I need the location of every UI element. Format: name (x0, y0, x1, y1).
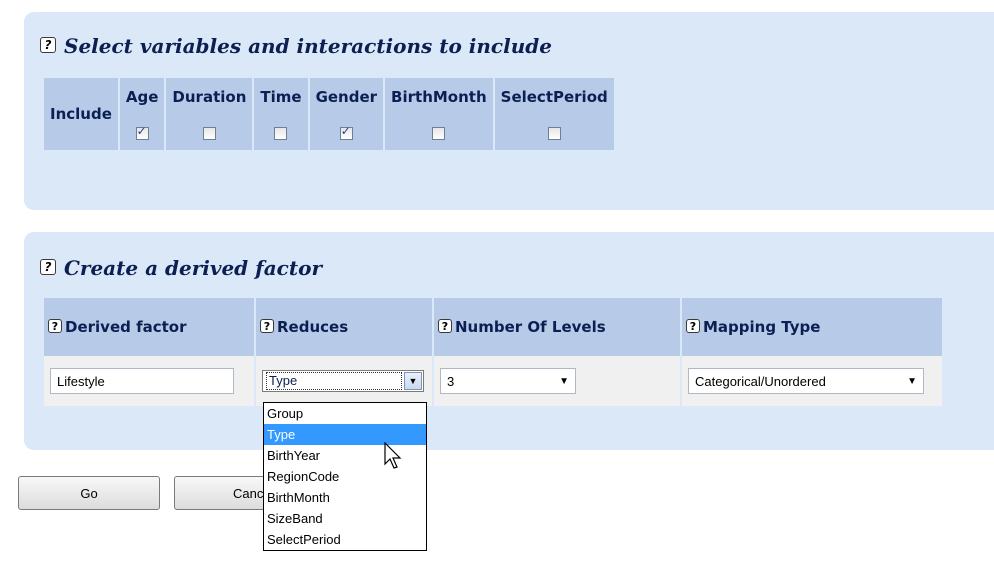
cell-mapping-type: Categorical/Unordered ▼ (682, 356, 944, 406)
include-title-text: Select variables and interactions to inc… (64, 34, 552, 58)
help-icon[interactable]: ? (40, 36, 56, 53)
derived-section-title: ? Create a derived factor (40, 256, 322, 280)
cell-number-of-levels: 3 ▼ (434, 356, 682, 406)
column-header-duration: Duration (166, 78, 255, 116)
header-number-of-levels-label: Number Of Levels (455, 318, 606, 336)
header-reduces-label: Reduces (277, 318, 349, 336)
mouse-pointer-icon (384, 442, 402, 469)
derived-factor-input[interactable] (50, 368, 234, 394)
reduces-dropdown-list[interactable]: Group Type BirthYear RegionCode BirthMon… (263, 402, 427, 551)
header-mapping-type-label: Mapping Type (703, 318, 821, 336)
column-header-birthmonth: BirthMonth (385, 78, 495, 116)
include-cell-birthmonth (385, 116, 495, 150)
include-selectperiod-checkbox[interactable] (547, 127, 561, 140)
include-gender-checkbox[interactable] (339, 124, 353, 140)
column-header-age: Age (119, 78, 167, 116)
include-cell-gender (309, 116, 386, 150)
derived-title-text: Create a derived factor (64, 256, 322, 280)
help-icon[interactable]: ? (40, 258, 56, 275)
dropdown-option[interactable]: BirthMonth (264, 487, 426, 508)
dropdown-option[interactable]: SizeBand (264, 508, 426, 529)
include-cell-age (119, 116, 167, 150)
mapping-type-select[interactable]: Categorical/Unordered ▼ (688, 368, 924, 394)
cell-derived-factor (44, 356, 256, 406)
header-number-of-levels: ? Number Of Levels (434, 298, 682, 356)
go-button[interactable]: Go (18, 476, 160, 510)
include-birthmonth-checkbox[interactable] (432, 127, 446, 140)
include-row-header: Include (44, 78, 120, 150)
reduces-select[interactable]: Type ▼ (262, 370, 424, 392)
number-of-levels-select[interactable]: 3 ▼ (440, 368, 576, 394)
chevron-down-icon: ▼ (907, 375, 917, 387)
header-derived-factor-label: Derived factor (65, 318, 187, 336)
help-icon[interactable]: ? (438, 318, 452, 333)
include-cell-duration (166, 116, 255, 150)
help-icon[interactable]: ? (686, 318, 700, 333)
header-derived-factor: ? Derived factor (44, 298, 256, 356)
include-duration-checkbox[interactable] (202, 127, 216, 140)
column-header-gender: Gender (309, 78, 386, 116)
include-age-checkbox[interactable] (135, 124, 149, 140)
include-table: Include Age Duration Time Gender BirthMo… (44, 78, 616, 150)
mapping-type-value: Categorical/Unordered (695, 373, 826, 389)
column-header-selectperiod: SelectPeriod (494, 78, 616, 116)
column-header-time: Time (254, 78, 310, 116)
include-cell-selectperiod (494, 116, 616, 150)
number-of-levels-value: 3 (447, 373, 455, 389)
include-cell-time (254, 116, 310, 150)
chevron-down-icon[interactable]: ▼ (404, 372, 422, 390)
reduces-select-value: Type (266, 372, 402, 390)
derived-factor-table: ? Derived factor ? Reduces ? Number Of Leve… (44, 298, 944, 406)
header-reduces: ? Reduces (256, 298, 434, 356)
dropdown-option[interactable]: Group (264, 403, 426, 424)
help-icon[interactable]: ? (48, 318, 62, 333)
include-section-title: ? Select variables and interactions to in… (40, 34, 552, 58)
header-mapping-type: ? Mapping Type (682, 298, 944, 356)
dropdown-option[interactable]: SelectPeriod (264, 529, 426, 550)
include-time-checkbox[interactable] (274, 127, 288, 140)
help-icon[interactable]: ? (260, 318, 274, 333)
chevron-down-icon: ▼ (559, 375, 569, 387)
cell-reduces: Type ▼ (256, 356, 434, 406)
